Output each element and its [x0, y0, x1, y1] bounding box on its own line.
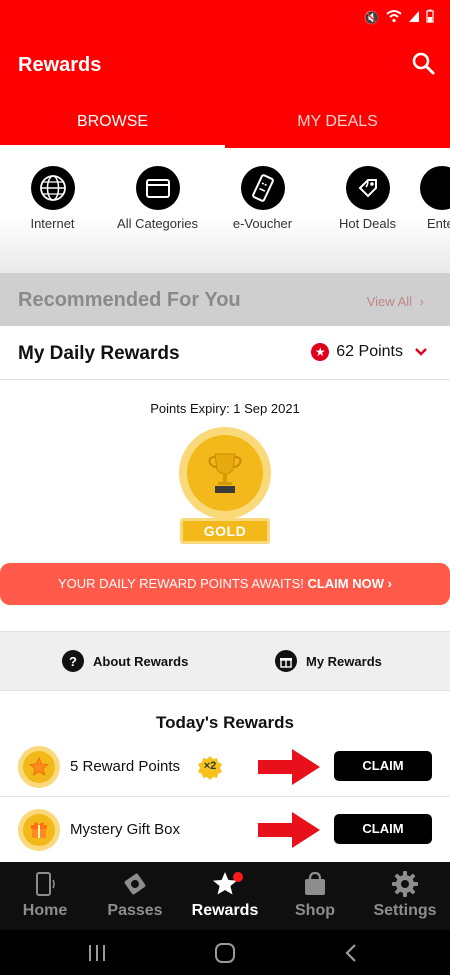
pass-icon — [90, 870, 180, 898]
star-badge-icon: ★ — [311, 343, 330, 361]
ticket-icon — [240, 166, 285, 210]
status-icons: 🔇 — [364, 9, 434, 27]
tab-browse[interactable]: BROWSE — [0, 98, 225, 148]
daily-rewards-header: My Daily Rewards ★ 62 Points — [0, 326, 450, 380]
reward-name: Mystery Gift Box — [70, 821, 181, 838]
gift-coin-icon — [18, 809, 60, 851]
points-value: 62 Points — [336, 343, 403, 360]
points-dropdown[interactable]: ★ 62 Points — [311, 343, 428, 361]
question-icon: ? — [62, 650, 84, 672]
system-nav-bar — [0, 930, 450, 975]
tier-label: GOLD — [183, 521, 267, 541]
wifi-icon — [386, 9, 402, 27]
status-bar: 🔇 — [0, 0, 450, 34]
tier-medal — [179, 427, 271, 519]
category-label: Ente — [427, 216, 450, 231]
nav-label: Shop — [295, 902, 335, 919]
search-button[interactable] — [410, 50, 436, 76]
tab-my-deals[interactable]: MY DEALS — [225, 98, 450, 148]
multiplier-label: ×2 — [203, 760, 217, 772]
back-icon — [345, 944, 356, 962]
phone-icon — [0, 870, 90, 898]
signal-icon — [408, 9, 420, 27]
bag-icon — [270, 870, 360, 898]
about-rewards-link[interactable]: ? About Rewards — [62, 650, 188, 672]
entertainment-icon — [420, 166, 450, 210]
category-label: e-Voucher — [232, 216, 293, 231]
reward-row: 5 Reward Points ×2 CLAIM — [0, 737, 450, 797]
battery-icon — [426, 9, 434, 27]
nav-label: Settings — [373, 902, 437, 919]
recent-apps-button[interactable] — [84, 940, 110, 966]
banner-cta: CLAIM NOW — [307, 576, 385, 591]
tab-bar: BROWSE MY DEALS — [0, 98, 450, 148]
search-icon — [412, 52, 435, 75]
reward-name: 5 Reward Points — [70, 758, 181, 775]
category-internet[interactable]: Internet — [0, 166, 105, 231]
claim-button[interactable]: CLAIM — [334, 814, 432, 844]
nav-rewards[interactable]: Rewards — [180, 870, 270, 920]
nav-label: Rewards — [191, 902, 259, 919]
tag-icon — [345, 166, 390, 210]
mute-icon: 🔇 — [363, 10, 380, 25]
nav-passes[interactable]: Passes — [90, 870, 180, 920]
reward-row: Mystery Gift Box CLAIM — [0, 800, 450, 860]
home-button[interactable] — [212, 940, 238, 966]
nav-home[interactable]: Home — [0, 870, 90, 920]
points-expiry: Points Expiry: 1 Sep 2021 — [150, 401, 300, 416]
category-e-voucher[interactable]: e-Voucher — [210, 166, 315, 231]
page-title: Rewards — [18, 54, 102, 76]
recent-apps-icon — [89, 945, 105, 961]
red-arrow-icon — [258, 749, 320, 785]
nav-shop[interactable]: Shop — [270, 870, 360, 920]
chevron-down-icon — [414, 344, 428, 361]
back-button[interactable] — [338, 940, 364, 966]
daily-rewards-panel: My Daily Rewards ★ 62 Points Points Expi… — [0, 326, 450, 631]
my-rewards-link[interactable]: My Rewards — [275, 650, 382, 672]
chevron-right-icon: › — [384, 576, 392, 591]
nav-label: Passes — [107, 902, 163, 919]
category-label: All Categories — [117, 216, 198, 231]
daily-rewards-title: My Daily Rewards — [18, 343, 180, 364]
folder-icon — [135, 166, 180, 210]
recommended-title: Recommended For You — [18, 289, 241, 311]
category-label: Internet — [30, 216, 75, 231]
my-rewards-label: My Rewards — [306, 653, 382, 669]
claim-now-banner[interactable]: YOUR DAILY REWARD POINTS AWAITS! CLAIM N… — [0, 563, 450, 605]
nav-label: Home — [22, 902, 68, 919]
star-icon — [180, 870, 270, 898]
about-rewards-label: About Rewards — [93, 653, 189, 669]
view-all-link[interactable]: View All › — [367, 294, 424, 309]
bottom-nav: Home Passes Rewards Shop Settings — [0, 862, 450, 930]
recommended-section: Recommended For You View All › — [0, 273, 450, 326]
gift-icon — [275, 650, 297, 672]
globe-icon — [30, 166, 75, 210]
star-coin-icon — [18, 746, 60, 788]
multiplier-badge: ×2 — [197, 755, 223, 781]
category-label: Hot Deals — [338, 216, 397, 231]
notification-dot — [233, 872, 243, 882]
chevron-right-icon: › — [419, 294, 424, 309]
view-all-label: View All — [366, 294, 413, 309]
category-entertainment[interactable]: Ente — [420, 166, 450, 231]
category-row: Internet All Categories e-Voucher Hot De… — [0, 148, 450, 273]
claim-button[interactable]: CLAIM — [334, 751, 432, 781]
trophy-icon — [187, 435, 263, 511]
category-hot-deals[interactable]: Hot Deals — [315, 166, 420, 231]
banner-text: YOUR DAILY REWARD POINTS AWAITS! — [58, 576, 308, 591]
category-all[interactable]: All Categories — [105, 166, 210, 231]
todays-rewards-title: Today's Rewards — [156, 713, 294, 732]
nav-settings[interactable]: Settings — [360, 870, 450, 920]
home-icon — [215, 943, 235, 963]
app-header: Rewards — [0, 34, 450, 98]
tier-badge: GOLD — [180, 518, 270, 544]
red-arrow-icon — [258, 812, 320, 848]
gear-icon — [360, 870, 450, 898]
rewards-links-row: ? About Rewards My Rewards — [0, 631, 450, 691]
